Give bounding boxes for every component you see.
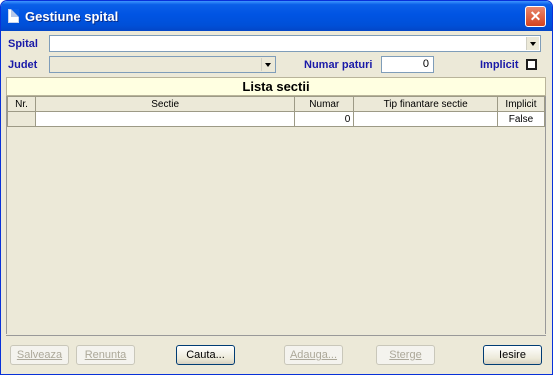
renunta-label: Renunta bbox=[84, 349, 127, 361]
col-header-nr[interactable]: Nr. bbox=[7, 96, 36, 112]
cell-tip-finantare[interactable] bbox=[353, 111, 498, 127]
adauga-label: Adauga... bbox=[289, 349, 338, 361]
salveaza-button[interactable]: Salveaza bbox=[10, 345, 69, 365]
row-selector[interactable] bbox=[7, 111, 36, 127]
judet-combo[interactable] bbox=[49, 56, 276, 73]
grid-bottom-border bbox=[6, 335, 546, 336]
header-row: Nr. Sectie Numar Tip finantare sectie Im… bbox=[7, 96, 546, 112]
document-icon bbox=[8, 9, 19, 23]
renunta-button[interactable]: Renunta bbox=[76, 345, 135, 365]
judet-label: Judet bbox=[8, 59, 38, 71]
form-area: Spital Judet Numar paturi 0 Implicit Lis… bbox=[4, 31, 549, 372]
cell-numar[interactable]: 0 bbox=[294, 111, 355, 127]
chevron-down-icon[interactable] bbox=[526, 37, 539, 50]
list-title: Lista sectii bbox=[6, 77, 546, 96]
numar-paturi-label: Numar paturi bbox=[304, 59, 373, 71]
sections-grid[interactable]: Nr. Sectie Numar Tip finantare sectie Im… bbox=[6, 96, 546, 334]
chevron-down-icon[interactable] bbox=[261, 58, 274, 71]
iesire-button[interactable]: Iesire bbox=[483, 345, 542, 365]
salveaza-label: Salveaza bbox=[16, 349, 63, 361]
implicit-label: Implicit bbox=[480, 59, 519, 71]
adauga-button[interactable]: Adauga... bbox=[284, 345, 343, 365]
col-header-implicit[interactable]: Implicit bbox=[496, 96, 546, 112]
numar-paturi-input[interactable]: 0 bbox=[381, 56, 434, 73]
sterge-button[interactable]: Sterge bbox=[376, 345, 435, 365]
col-header-tip-finantare[interactable]: Tip finantare sectie bbox=[353, 96, 498, 112]
spital-combo[interactable] bbox=[49, 35, 541, 52]
table-row[interactable]: 0 False bbox=[7, 111, 546, 127]
cell-implicit[interactable]: False bbox=[496, 111, 546, 127]
title-bar[interactable]: Gestiune spital ✕ bbox=[1, 1, 552, 31]
hospital-window: Gestiune spital ✕ Spital Judet Numar pat… bbox=[0, 0, 553, 375]
implicit-checkbox[interactable] bbox=[526, 59, 537, 70]
window-title: Gestiune spital bbox=[25, 9, 119, 24]
sterge-label: Sterge bbox=[389, 349, 422, 361]
sections-table: Nr. Sectie Numar Tip finantare sectie Im… bbox=[7, 96, 546, 127]
col-header-sectie[interactable]: Sectie bbox=[34, 96, 296, 112]
cell-sectie[interactable] bbox=[34, 111, 296, 127]
close-button[interactable]: ✕ bbox=[525, 6, 546, 27]
cauta-button[interactable]: Cauta... bbox=[176, 345, 235, 365]
spital-label: Spital bbox=[8, 38, 38, 50]
col-header-numar[interactable]: Numar bbox=[294, 96, 355, 112]
